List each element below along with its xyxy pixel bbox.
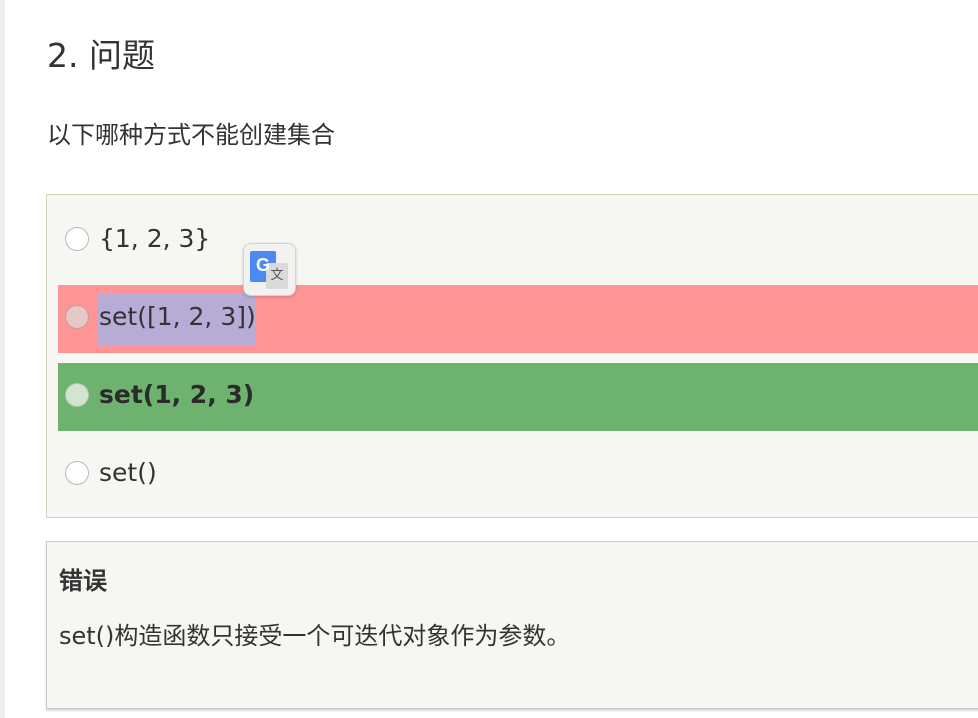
option-2-label: set([1, 2, 3])	[99, 302, 256, 331]
translate-wen-letter: 文	[270, 268, 284, 283]
option-3-label: set(1, 2, 3)	[99, 380, 255, 409]
option-4[interactable]: set()	[58, 441, 978, 509]
option-1-label: {1, 2, 3}	[99, 224, 211, 253]
option-3[interactable]: set(1, 2, 3)	[58, 363, 978, 431]
google-translate-icon[interactable]: G 文	[243, 243, 296, 296]
options-box: {1, 2, 3} set([1, 2, 3]) set(1, 2, 3) se…	[46, 194, 978, 518]
feedback-box: 错误 set()构造函数只接受一个可迭代对象作为参数。	[46, 541, 978, 709]
option-1[interactable]: {1, 2, 3}	[58, 207, 978, 275]
option-2-radio[interactable]	[65, 305, 89, 329]
option-4-label: set()	[99, 458, 157, 487]
option-4-radio[interactable]	[65, 461, 89, 485]
option-2[interactable]: set([1, 2, 3])	[58, 285, 978, 353]
feedback-heading: 错误	[59, 567, 107, 595]
question-text: 以下哪种方式不能创建集合	[47, 121, 335, 149]
page-left-border	[0, 0, 5, 718]
option-1-radio[interactable]	[65, 227, 89, 251]
option-3-radio[interactable]	[65, 383, 89, 407]
question-title: 2. 问题	[47, 36, 155, 75]
feedback-text: set()构造函数只接受一个可迭代对象作为参数。	[59, 622, 571, 650]
